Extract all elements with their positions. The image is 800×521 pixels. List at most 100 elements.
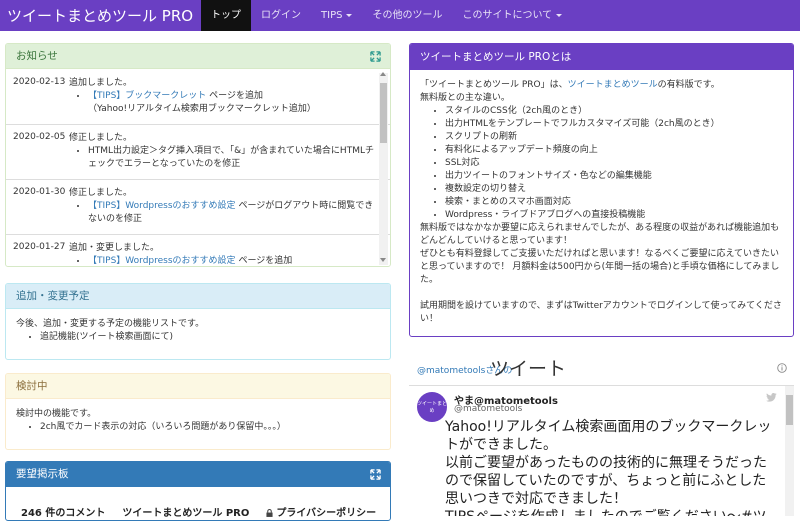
plan-panel-body: 今後、追加・変更する予定の機能リストです。 追記機能(ツイート検索画面にて): [6, 309, 390, 353]
tweet-text: Yahoo!リアルタイム検索画面用のブックマークレットができました。 以前ご要望…: [445, 418, 780, 516]
tweet-timeline-header: @matometoolsさんの ツイート: [417, 352, 787, 384]
news-item: 2020-02-13 追加しました。 【TIPS】ブックマークレット ページを追…: [6, 70, 390, 125]
news-list: 2020-02-13 追加しました。 【TIPS】ブックマークレット ページを追…: [6, 70, 390, 266]
board-panel-title: 要望掲示板: [16, 468, 69, 480]
nav-tips[interactable]: TIPS: [311, 0, 362, 31]
feature-item: SSL対応: [445, 157, 783, 170]
expand-icon[interactable]: [370, 469, 381, 480]
about-paragraph: 無料版ではなかなか要望に応えられませんでしたが、ある程度の収益があれば機能追加も…: [420, 223, 780, 246]
nav-login-label: ログイン: [261, 10, 302, 21]
free-tool-link[interactable]: ツイートまとめツール: [568, 80, 658, 90]
comment-bar: 246 件のコメント ツイートまとめツール PRO プライバシーポリシー: [21, 504, 376, 519]
timeline-title: ツイート: [490, 358, 567, 380]
news-item: 2020-01-27 追加・変更しました。 【TIPS】Wordpressのおす…: [6, 235, 390, 266]
nav-other-tools-label: その他のツール: [372, 10, 443, 21]
nav-top-label: トップ: [211, 10, 242, 21]
news-body: 追加しました。 【TIPS】ブックマークレット ページを追加 （Yahoo!リアル…: [69, 77, 390, 116]
news-scrollbar[interactable]: [379, 73, 388, 265]
scroll-up-icon[interactable]: [380, 72, 386, 76]
news-panel-header: お知らせ: [6, 44, 390, 69]
feature-item: 出力HTMLをテンプレートでフルカスタマイズ可能（2ch風のとき）: [445, 118, 783, 131]
news-body: 追加・変更しました。 【TIPS】Wordpressのおすすめ設定 ページを追加: [69, 242, 390, 266]
news-body: 修正しました。 【TIPS】Wordpressのおすすめ設定 ページがログアウト…: [69, 187, 390, 226]
info-icon[interactable]: [777, 363, 787, 373]
planned-features-panel: 追加・変更予定 今後、追加・変更する予定の機能リストです。 追記機能(ツイート検…: [5, 283, 391, 360]
scrollbar-thumb[interactable]: [380, 83, 387, 143]
about-panel-header: ツイートまとめツール PROとは: [410, 44, 793, 70]
about-intro: 「ツイートまとめツール PRO」は、ツイートまとめツールの有料版です。: [420, 79, 783, 92]
feature-item: Wordpress・ライブドアブログへの直接投稿機能: [445, 209, 783, 222]
about-intro-pre: 「ツイートまとめツール PRO」は、: [420, 80, 568, 90]
board-panel-header: 要望掲示板: [6, 462, 390, 487]
news-summary: 追加・変更しました。: [69, 243, 160, 253]
feature-item: スクリプトの刷新: [445, 131, 783, 144]
scrollbar-thumb[interactable]: [786, 395, 793, 425]
feature-item: 出力ツイートのフォントサイズ・色などの編集機能: [445, 170, 783, 183]
avatar[interactable]: ツイートまとめ: [417, 392, 447, 422]
about-paragraph: ぜひとも有料登録してご支援いただければと思います！なるべくご要望に応えていきたい…: [420, 249, 780, 285]
news-date: 2020-02-13: [13, 77, 66, 87]
news-panel: お知らせ 2020-02-13 追加しました。 【TIPS】ブックマークレット …: [5, 43, 391, 267]
under-review-panel: 検討中 検討中の機能です。 2ch風でカード表示の対応（いろいろ問題があり保留中…: [5, 373, 391, 450]
news-detail: HTML出力設定＞タグ挿入項目で、「&」が含まれていた場合にHTMLチェックでエ…: [88, 146, 374, 169]
news-detail: ページを追加: [209, 91, 263, 101]
news-body: 修正しました。 HTML出力設定＞タグ挿入項目で、「&」が含まれていた場合にHT…: [69, 132, 390, 171]
tweet-author-handle[interactable]: @matometools: [454, 404, 522, 414]
news-link[interactable]: 【TIPS】Wordpressのおすすめ設定: [88, 256, 236, 266]
about-intro-post: の有料版です。: [657, 80, 720, 90]
timeline-scrollbar[interactable]: [785, 386, 794, 516]
review-item: 2ch風でカード表示の対応（いろいろ問題があり保留中。。。）: [40, 421, 380, 434]
nav-other-tools[interactable]: その他のツール: [362, 0, 452, 31]
top-navbar: ツイートまとめツール PRO トップ ログイン TIPS その他のツール このサ…: [0, 0, 800, 31]
comment-site-name[interactable]: ツイートまとめツール PRO: [122, 504, 249, 519]
twitter-bird-icon[interactable]: [766, 393, 777, 402]
tweet-card[interactable]: ツイートまとめ やま@matometools @matometools Yaho…: [409, 386, 794, 516]
plan-panel-title: 追加・変更予定: [16, 290, 90, 302]
caret-down-icon: [556, 13, 563, 17]
about-paragraph: 試用期間を設けていますので、まずはTwitterアカウントでログインして使ってみ…: [420, 301, 782, 324]
feature-list: スタイルのCSS化（2ch風のとき） 出力HTMLをテンプレートでフルカスタマイ…: [420, 105, 783, 222]
lock-icon: [266, 509, 273, 517]
review-panel-body: 検討中の機能です。 2ch風でカード表示の対応（いろいろ問題があり保留中。。。）: [6, 399, 390, 443]
nav-login[interactable]: ログイン: [251, 0, 311, 31]
expand-icon[interactable]: [370, 51, 381, 62]
news-date: 2020-01-30: [13, 187, 66, 197]
feature-item: 検索・まとめのスマホ画面対応: [445, 196, 783, 209]
plan-intro: 今後、追加・変更する予定の機能リストです。: [16, 319, 205, 329]
news-detail: ページを追加: [238, 256, 293, 266]
news-summary: 修正しました。: [69, 133, 133, 143]
nav-about-site-label: このサイトについて: [462, 10, 553, 21]
about-diff-label: 無料版との主な違い。: [420, 93, 510, 103]
tweet-line: Yahoo!リアルタイム検索画面用のブックマークレットができました。: [445, 419, 772, 453]
news-panel-title: お知らせ: [16, 50, 58, 62]
news-link[interactable]: 【TIPS】Wordpressのおすすめ設定: [88, 201, 236, 211]
news-date: 2020-01-27: [13, 242, 66, 252]
review-panel-title: 検討中: [16, 380, 48, 392]
about-pro-panel: ツイートまとめツール PROとは 「ツイートまとめツール PRO」は、ツイートま…: [409, 43, 794, 337]
about-panel-title: ツイートまとめツール PROとは: [420, 51, 572, 63]
privacy-policy-label: プライバシーポリシー: [276, 508, 377, 519]
feature-item: スタイルのCSS化（2ch風のとき）: [445, 105, 783, 118]
tweet-line: 以前ご要望があったものの技術的に無理そうだったので保留していたのですが、ちょっと…: [445, 455, 767, 507]
news-date: 2020-02-05: [13, 132, 66, 142]
nav-tips-label: TIPS: [321, 10, 343, 21]
site-brand[interactable]: ツイートまとめツール PRO: [0, 5, 201, 26]
news-item: 2020-01-30 修正しました。 【TIPS】Wordpressのおすすめ設…: [6, 180, 390, 235]
news-item: 2020-02-05 修正しました。 HTML出力設定＞タグ挿入項目で、「&」が…: [6, 125, 390, 180]
news-summary: 追加しました。: [69, 78, 133, 88]
nav-top[interactable]: トップ: [201, 0, 252, 31]
comment-count: 246 件のコメント: [21, 508, 106, 519]
review-panel-header: 検討中: [6, 374, 390, 399]
caret-down-icon: [346, 13, 353, 17]
feature-item: 複数設定の切り替え: [445, 183, 783, 196]
plan-panel-header: 追加・変更予定: [6, 284, 390, 309]
scroll-down-icon[interactable]: [380, 258, 386, 262]
privacy-policy-link[interactable]: プライバシーポリシー: [266, 504, 376, 519]
news-summary: 修正しました。: [69, 188, 133, 198]
nav-about-site[interactable]: このサイトについて: [452, 0, 572, 31]
about-panel-body: 「ツイートまとめツール PRO」は、ツイートまとめツールの有料版です。 無料版と…: [410, 70, 793, 335]
news-link[interactable]: 【TIPS】ブックマークレット: [88, 91, 206, 101]
request-board-panel: 要望掲示板 246 件のコメント ツイートまとめツール PRO プライバシーポリ…: [5, 461, 391, 521]
news-subnote: （Yahoo!リアルタイム検索用ブックマークレット追加）: [88, 104, 316, 114]
feature-item: 有料化によるアップデート頻度の向上: [445, 144, 783, 157]
